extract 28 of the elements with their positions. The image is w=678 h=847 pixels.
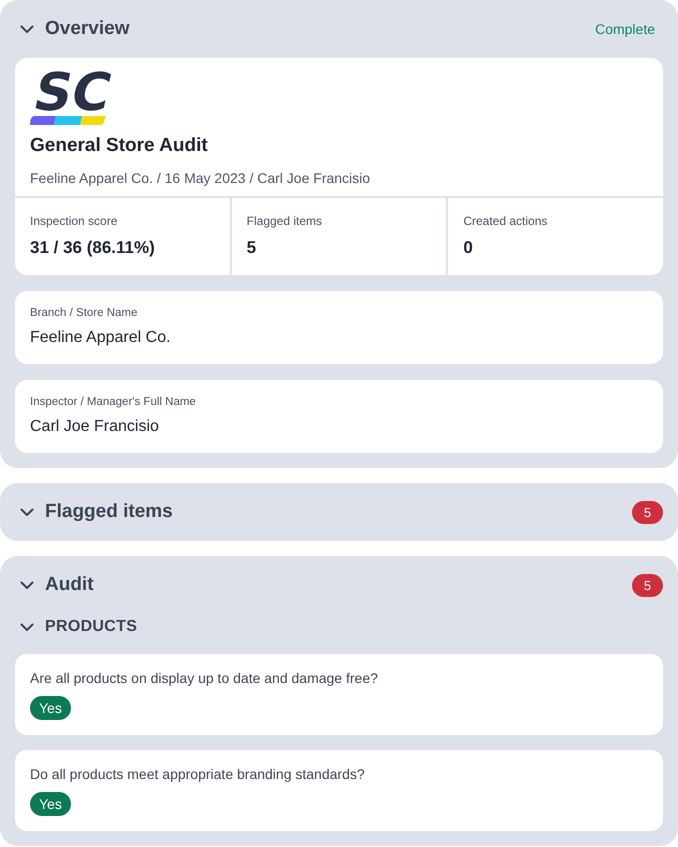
company-logo: SC [30,72,114,126]
section-header[interactable]: Flagged items [15,501,173,523]
field-label: Inspector / Manager's Full Name [30,395,197,410]
stat-label: Flagged items [246,213,324,230]
stat-value: 31 / 36 (86.11%) [30,237,156,259]
question-text: Are all products on display up to date and damage free? [30,669,379,688]
chevron-down-icon [20,24,34,34]
chevron-down-icon [20,580,34,590]
report-meta: Feeline Apparel Co. / 16 May 2023 / Carl Joe Francisio [30,169,372,188]
question-text: Do all products meet appropriate branding standards? [30,765,366,784]
count-badge: 5 [632,574,663,596]
group-header[interactable]: PRODUCTS [15,618,138,636]
report-title: General Store Audit [30,134,209,158]
chevron-down-icon [20,508,34,516]
field-label: Branch / Store Name [30,306,138,321]
count-badge: 5 [632,500,663,524]
chevron-down-icon [20,622,34,632]
section-header[interactable]: Audit [15,574,94,596]
answer-badge: Yes [30,696,71,720]
stat-value: 5 [246,237,258,259]
section-header[interactable]: Overview [15,18,130,40]
stat-label: Inspection score [30,213,118,230]
field-value: Carl Joe Francisio [30,417,160,437]
answer-badge: Yes [30,792,71,816]
stat-label: Created actions [463,213,548,230]
stat-value: 0 [463,237,474,259]
status-text: Complete [595,21,655,37]
field-value: Feeline Apparel Co. [30,328,172,348]
